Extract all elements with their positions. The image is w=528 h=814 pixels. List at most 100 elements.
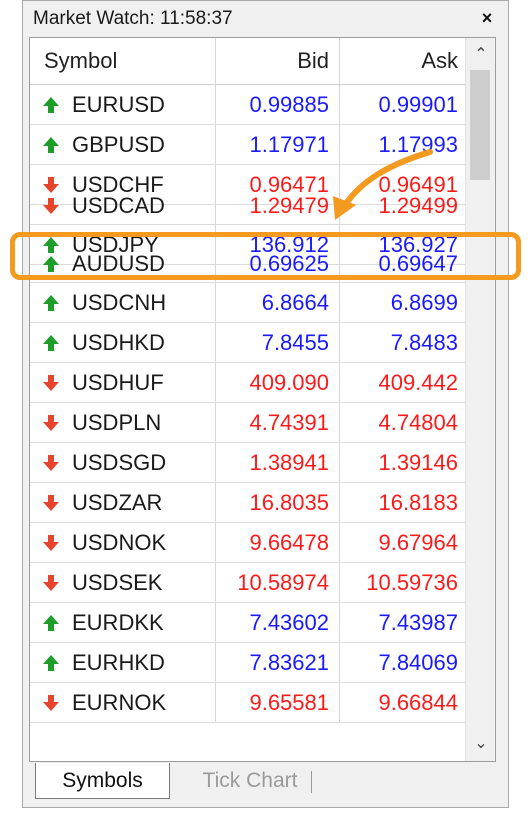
bid-price: 10.58974	[216, 563, 340, 602]
table-row[interactable]: USDHUF 409.090 409.442	[30, 363, 466, 403]
column-header-ask[interactable]: Ask	[340, 38, 466, 84]
bid-price: 9.65581	[216, 683, 340, 722]
symbol-name: USDSGD	[72, 450, 167, 475]
table-row[interactable]: USDCAD 1.29479 1.29499	[30, 186, 466, 225]
symbol-cell: USDHUF	[30, 363, 216, 402]
tab-divider	[311, 771, 312, 793]
down-arrow-icon	[43, 495, 59, 511]
ask-price: 9.66844	[378, 690, 458, 715]
symbol-cell: USDPLN	[30, 403, 216, 442]
symbol-cell: USDHKD	[30, 323, 216, 362]
bid-price: 16.8035	[216, 483, 340, 522]
symbol-cell: EURHKD	[30, 643, 216, 682]
symbol-cell: EURUSD	[30, 85, 216, 124]
highlight-frame	[10, 232, 521, 280]
symbol-name: USDZAR	[72, 490, 163, 515]
symbol-name: USDHUF	[72, 370, 164, 395]
symbol-name: USDCNH	[72, 290, 167, 315]
ask-price: 1.17993	[378, 132, 458, 157]
scroll-down-icon[interactable]: ⌄	[466, 729, 495, 759]
table-row[interactable]: USDNOK 9.66478 9.67964	[30, 523, 466, 563]
up-arrow-icon	[43, 97, 59, 113]
bid-price: 7.83621	[216, 643, 340, 682]
bid-price: 1.38941	[216, 443, 340, 482]
ask-price: 409.442	[378, 370, 458, 395]
table-row[interactable]: USDSGD 1.38941 1.39146	[30, 443, 466, 483]
symbol-name: GBPUSD	[72, 132, 165, 157]
close-button[interactable]: ×	[476, 7, 498, 29]
table-header: Symbol Bid Ask	[30, 38, 466, 85]
up-arrow-icon	[43, 335, 59, 351]
down-arrow-icon	[43, 575, 59, 591]
bid-price: 1.29479	[216, 186, 340, 225]
titlebar: Market Watch: 11:58:37 ×	[23, 1, 508, 35]
ask-price: 1.29499	[378, 193, 458, 218]
bid-price: 9.66478	[216, 523, 340, 562]
symbol-cell: GBPUSD	[30, 125, 216, 164]
bid-price: 0.99885	[216, 85, 340, 124]
table-row[interactable]: USDPLN 4.74391 4.74804	[30, 403, 466, 443]
up-arrow-icon	[43, 137, 59, 153]
column-header-bid[interactable]: Bid	[216, 38, 340, 84]
symbol-cell: USDCAD	[30, 186, 216, 225]
symbol-name: EURNOK	[72, 690, 167, 715]
table-row[interactable]: USDSEK 10.58974 10.59736	[30, 563, 466, 603]
symbol-cell: USDNOK	[30, 523, 216, 562]
ask-price: 6.8699	[390, 290, 458, 315]
down-arrow-icon	[43, 375, 59, 391]
symbol-name: EURDKK	[72, 610, 164, 635]
ask-price: 7.84069	[378, 650, 458, 675]
window-title: Market Watch: 11:58:37	[33, 8, 233, 29]
column-header-symbol[interactable]: Symbol	[30, 38, 216, 84]
down-arrow-icon	[43, 198, 59, 214]
scroll-thumb[interactable]	[470, 70, 490, 180]
bid-price: 7.8455	[216, 323, 340, 362]
down-arrow-icon	[43, 415, 59, 431]
symbol-cell: USDSGD	[30, 443, 216, 482]
down-arrow-icon	[43, 695, 59, 711]
bid-price: 4.74391	[216, 403, 340, 442]
down-arrow-icon	[43, 455, 59, 471]
ask-price: 9.67964	[378, 530, 458, 555]
symbol-name: EURHKD	[72, 650, 165, 675]
table-row[interactable]: EURHKD 7.83621 7.84069	[30, 643, 466, 683]
ask-price: 1.39146	[378, 450, 458, 475]
symbol-cell: EURDKK	[30, 603, 216, 642]
up-arrow-icon	[43, 615, 59, 631]
symbol-name: USDHKD	[72, 330, 165, 355]
symbol-name: EURUSD	[72, 92, 165, 117]
down-arrow-icon	[43, 535, 59, 551]
table-row[interactable]: USDCNH 6.8664 6.8699	[30, 283, 466, 323]
symbol-name: USDCAD	[72, 193, 165, 218]
table-row[interactable]: EURDKK 7.43602 7.43987	[30, 603, 466, 643]
symbol-cell: USDZAR	[30, 483, 216, 522]
symbols-table: Symbol Bid Ask EURUSD 0.99885 0.99901 GBPUS…	[29, 37, 496, 762]
table-row[interactable]: EURNOK 9.65581 9.66844	[30, 683, 466, 723]
table-row[interactable]: USDHKD 7.8455 7.8483	[30, 323, 466, 363]
bid-price: 1.17971	[216, 125, 340, 164]
symbol-name: USDSEK	[72, 570, 163, 595]
symbol-cell: USDCNH	[30, 283, 216, 322]
table-row[interactable]: GBPUSD 1.17971 1.17993	[30, 125, 466, 165]
ask-price: 7.43987	[378, 610, 458, 635]
ask-price: 16.8183	[378, 490, 458, 515]
table-row[interactable]: EURUSD 0.99885 0.99901	[30, 85, 466, 125]
ask-price: 4.74804	[378, 410, 458, 435]
tab-symbols[interactable]: Symbols	[35, 763, 170, 799]
table-body: EURUSD 0.99885 0.99901 GBPUSD 1.17971 1.17993…	[30, 85, 466, 761]
market-watch-window: Market Watch: 11:58:37 × Symbol Bid Ask …	[22, 0, 509, 808]
up-arrow-icon	[43, 655, 59, 671]
tab-bar: Symbols Tick Chart	[29, 763, 496, 803]
bid-price: 409.090	[216, 363, 340, 402]
symbol-name: USDPLN	[72, 410, 162, 435]
symbol-cell: USDSEK	[30, 563, 216, 602]
scroll-up-icon[interactable]: ⌃	[466, 40, 495, 70]
ask-price: 0.99901	[378, 92, 458, 117]
up-arrow-icon	[43, 295, 59, 311]
tab-tick-chart[interactable]: Tick Chart	[185, 763, 315, 799]
table-row[interactable]: USDZAR 16.8035 16.8183	[30, 483, 466, 523]
bid-price: 6.8664	[216, 283, 340, 322]
symbol-name: USDNOK	[72, 530, 167, 555]
vertical-scrollbar[interactable]: ⌃ ⌄	[465, 38, 495, 761]
ask-price: 7.8483	[390, 330, 458, 355]
